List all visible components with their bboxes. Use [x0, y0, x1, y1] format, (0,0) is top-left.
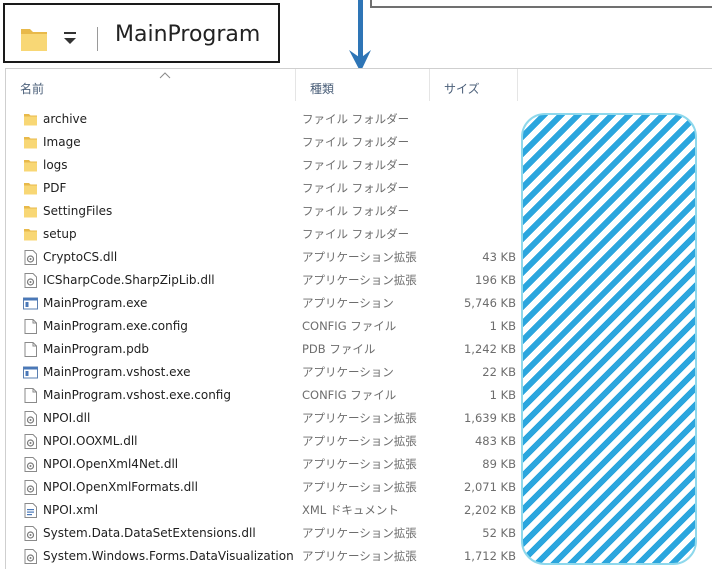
dll-icon	[24, 480, 37, 495]
file-size: 1 KB	[489, 388, 516, 402]
file-type: アプリケーション拡張	[302, 457, 417, 471]
file-icon	[24, 342, 37, 357]
file-type: ファイル フォルダー	[302, 135, 410, 149]
file-size: 483 KB	[474, 434, 516, 448]
dll-icon	[24, 457, 37, 472]
xml-icon	[24, 503, 37, 518]
column-name-label: 名前	[20, 82, 45, 96]
hatched-overlay-panel	[521, 113, 697, 565]
file-size: 1,639 KB	[463, 411, 516, 425]
title-separator	[97, 27, 98, 51]
file-type: アプリケーション拡張	[302, 250, 417, 264]
file-type: アプリケーション拡張	[302, 480, 417, 494]
file-type: CONFIG ファイル	[302, 388, 397, 402]
column-size-label: サイズ	[444, 82, 480, 96]
file-name: archive	[43, 112, 88, 126]
file-name: PDF	[43, 181, 67, 195]
file-name: MainProgram.pdb	[43, 342, 149, 356]
file-icon	[24, 319, 37, 334]
exe-icon	[23, 297, 38, 310]
file-type: ファイル フォルダー	[302, 204, 410, 218]
file-name: MainProgram.exe.config	[43, 319, 188, 333]
file-type: XML ドキュメント	[302, 503, 399, 517]
file-name: MainProgram.vshost.exe	[43, 365, 191, 379]
file-name: CryptoCS.dll	[43, 250, 118, 264]
file-name: logs	[43, 158, 68, 172]
arrow-down-icon	[349, 0, 371, 72]
window-title-box: MainProgram	[3, 3, 280, 63]
file-size: 22 KB	[482, 365, 516, 379]
file-size: 43 KB	[482, 250, 516, 264]
folder-icon	[24, 206, 37, 218]
folder-icon	[24, 229, 37, 241]
file-icon	[24, 388, 37, 403]
file-size: 2,071 KB	[463, 480, 516, 494]
file-name: System.Windows.Forms.DataVisualization..…	[43, 549, 295, 563]
file-type: PDB ファイル	[302, 342, 376, 356]
file-type: アプリケーション	[302, 365, 394, 379]
folder-icon	[24, 114, 37, 126]
file-type: ファイル フォルダー	[302, 181, 410, 195]
file-type: アプリケーション拡張	[302, 273, 417, 287]
file-size: 52 KB	[482, 526, 516, 540]
overlay-box	[370, 0, 712, 8]
column-header-size[interactable]: サイズ	[430, 69, 518, 101]
file-type: ファイル フォルダー	[302, 227, 410, 241]
file-name: MainProgram.exe	[43, 296, 148, 310]
dll-icon	[24, 549, 37, 564]
file-name: ICSharpCode.SharpZipLib.dll	[43, 273, 215, 287]
file-name: NPOI.dll	[43, 411, 91, 425]
file-type: アプリケーション拡張	[302, 526, 417, 540]
folder-icon	[24, 137, 37, 149]
folder-icon	[21, 29, 47, 51]
dll-icon	[24, 434, 37, 449]
file-name: Image	[43, 135, 81, 149]
file-size: 89 KB	[482, 457, 516, 471]
file-name: System.Data.DataSetExtensions.dll	[43, 526, 256, 540]
file-name: setup	[43, 227, 77, 241]
dll-icon	[24, 526, 37, 541]
sort-ascending-icon	[159, 72, 171, 79]
file-size: 1,712 KB	[463, 549, 516, 563]
file-size: 2,202 KB	[463, 503, 516, 517]
file-name: NPOI.OOXML.dll	[43, 434, 138, 448]
dll-icon	[24, 273, 37, 288]
file-type: ファイル フォルダー	[302, 158, 410, 172]
column-header-name[interactable]: 名前	[6, 69, 296, 101]
quick-access-dropdown-icon[interactable]	[61, 23, 79, 51]
title-bar: MainProgram	[0, 0, 712, 72]
file-size: 1 KB	[489, 319, 516, 333]
file-type: アプリケーション拡張	[302, 434, 417, 448]
file-name: NPOI.xml	[43, 503, 99, 517]
file-name: NPOI.OpenXml4Net.dll	[43, 457, 179, 471]
file-size: 1,242 KB	[463, 342, 516, 356]
folder-icon	[24, 160, 37, 172]
file-name: NPOI.OpenXmlFormats.dll	[43, 480, 198, 494]
folder-icon	[24, 183, 37, 195]
dll-icon	[24, 411, 37, 426]
file-name: SettingFiles	[43, 204, 113, 218]
file-type: ファイル フォルダー	[302, 112, 410, 126]
file-type: アプリケーション	[302, 296, 394, 310]
window-title: MainProgram	[115, 22, 261, 47]
file-type: CONFIG ファイル	[302, 319, 397, 333]
file-name: MainProgram.vshost.exe.config	[43, 388, 231, 402]
column-header: 名前 種類 サイズ	[6, 69, 712, 101]
column-header-type[interactable]: 種類	[296, 69, 430, 101]
file-type: アプリケーション拡張	[302, 411, 417, 425]
dll-icon	[24, 250, 37, 265]
file-size: 196 KB	[474, 273, 516, 287]
file-size: 5,746 KB	[463, 296, 516, 310]
file-type: アプリケーション拡張	[302, 549, 417, 563]
column-type-label: 種類	[310, 82, 335, 96]
exe-icon	[23, 366, 38, 379]
